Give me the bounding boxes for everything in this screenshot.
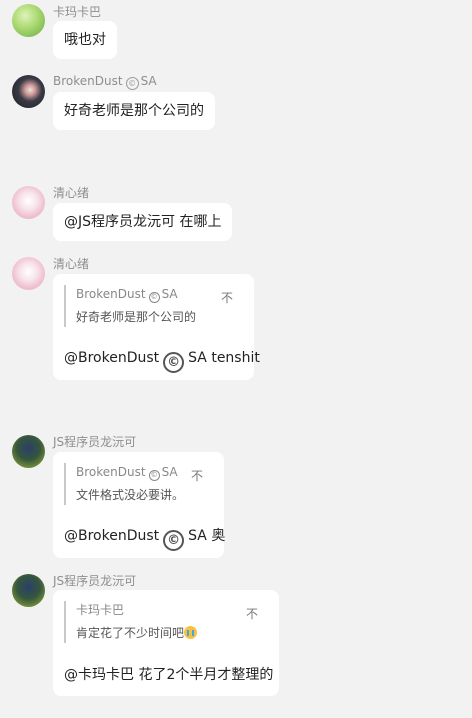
reply-text: @BrokenDust © SA 奥 xyxy=(64,526,225,551)
message-bubble[interactable]: 卡玛卡巴 肯定花了不少时间吧 不 @卡玛卡巴 花了2个半月才整理的 xyxy=(53,590,279,696)
copyright-badge-icon: © xyxy=(163,352,185,373)
quoted-sender-name: BrokenDust xyxy=(76,287,146,301)
sender-name: 清心绪 xyxy=(53,186,90,200)
copyright-badge-icon: © xyxy=(163,530,185,551)
reply-rest: SA 奥 xyxy=(188,528,226,544)
quoted-message[interactable]: BrokenDust © SA 文件格式没必要讲。 xyxy=(64,463,184,505)
message-bubble[interactable]: @JS程序员龙沅可 在哪上 xyxy=(53,203,233,241)
quoted-sender: BrokenDust © SA xyxy=(76,285,196,303)
quoted-sender: BrokenDust © SA xyxy=(76,463,184,481)
reply-text: @卡玛卡巴 花了2个半月才整理的 xyxy=(64,667,274,683)
reply-rest: SA tenshit xyxy=(188,350,260,366)
sender-name: BrokenDust © SA xyxy=(53,74,157,90)
message-bubble[interactable]: BrokenDust © SA 文件格式没必要讲。 不 @BrokenDust © SA… xyxy=(53,452,225,558)
avatar[interactable] xyxy=(12,574,45,607)
quoted-message[interactable]: 卡玛卡巴 肯定花了不少时间吧 xyxy=(64,601,198,643)
sender-name: JS程序员龙沅可 xyxy=(53,435,137,449)
copyright-badge-icon: © xyxy=(125,77,139,90)
sender-name: JS程序员龙沅可 xyxy=(53,574,137,588)
sender-name-text: BrokenDust xyxy=(53,74,123,88)
message-bubble[interactable]: 哦也对 xyxy=(53,21,117,59)
quoted-message[interactable]: BrokenDust © SA 好奇老师是那个公司的 xyxy=(64,285,196,327)
sender-suffix: SA xyxy=(140,74,157,88)
avatar[interactable] xyxy=(12,75,45,108)
quoted-sender-suffix: SA xyxy=(161,465,178,479)
quoted-text: 文件格式没必要讲。 xyxy=(76,488,185,502)
quoted-text-content: 肯定花了不少时间吧 xyxy=(76,626,185,640)
sender-name: 卡玛卡巴 xyxy=(53,5,102,19)
quoted-sender-name: BrokenDust xyxy=(76,465,146,479)
copyright-badge-icon: © xyxy=(148,470,160,481)
quoted-text: 好奇老师是那个公司的 xyxy=(76,310,197,324)
mention[interactable]: @BrokenDust xyxy=(64,528,159,544)
message-bubble[interactable]: 好奇老师是那个公司的 xyxy=(53,92,215,130)
avatar[interactable] xyxy=(12,435,45,468)
quoted-sender: 卡玛卡巴 xyxy=(76,603,125,617)
avatar[interactable] xyxy=(12,4,45,37)
message-bubble[interactable]: BrokenDust © SA 好奇老师是那个公司的 不 @BrokenDust © S… xyxy=(53,274,260,380)
sender-name: 清心绪 xyxy=(53,257,90,271)
quote-mark: 不 xyxy=(191,469,204,483)
quoted-sender-suffix: SA xyxy=(161,287,178,301)
chat-message-list: 卡玛卡巴 哦也对 BrokenDust © SA 好奇老师是那个公司的 清心绪 @J… xyxy=(0,0,472,718)
copyright-badge-icon: © xyxy=(148,292,160,303)
mention[interactable]: @BrokenDust xyxy=(64,350,159,366)
reply-text: @BrokenDust © SA tenshit xyxy=(64,348,260,373)
quoted-text: 肯定花了不少时间吧 xyxy=(76,623,198,643)
avatar[interactable] xyxy=(12,257,45,290)
quote-mark: 不 xyxy=(221,291,234,305)
quote-mark: 不 xyxy=(246,607,259,621)
crying-face-icon xyxy=(184,626,198,639)
avatar[interactable] xyxy=(12,186,45,219)
